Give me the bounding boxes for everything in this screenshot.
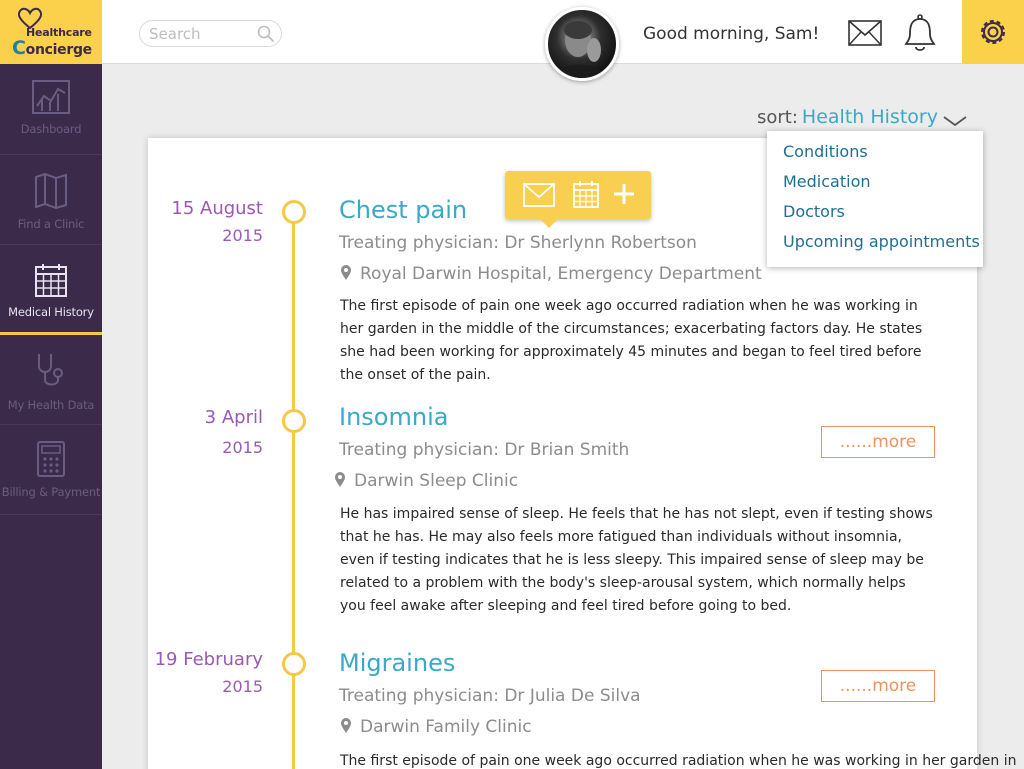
bell-icon: [904, 14, 936, 51]
mail-icon: [848, 20, 882, 46]
user-photo-icon: [556, 21, 606, 78]
calendar-icon: [35, 264, 67, 297]
brand-line2: Concierge: [12, 37, 92, 59]
sort-control[interactable]: sort: Health History: [757, 106, 938, 128]
entry-actions-popover: [505, 171, 651, 228]
more-button[interactable]: ......more: [821, 426, 935, 458]
calculator-icon: [37, 441, 65, 477]
sidebar-item-find-a-clinic[interactable]: Find a Clinic: [0, 155, 102, 245]
sidebar-item-medical-history[interactable]: Medical History: [0, 245, 102, 335]
search-input[interactable]: [149, 24, 259, 44]
entry-description: He has impaired sense of sleep. He feels…: [340, 506, 933, 614]
entry-physician: Treating physician: Dr Brian Smith: [339, 440, 630, 460]
chevron-down-icon[interactable]: [942, 114, 968, 128]
messages-button[interactable]: [848, 20, 882, 46]
entry-date-day: 15 August: [171, 198, 263, 219]
notifications-button[interactable]: [904, 14, 936, 52]
entry-location: Darwin Family Clinic: [340, 717, 532, 737]
timeline-dot: [282, 200, 306, 224]
entry-location: Darwin Sleep Clinic: [334, 471, 518, 491]
entry-date-year: 2015: [222, 677, 263, 696]
entry-location: Royal Darwin Hospital, Emergency Departm…: [340, 264, 762, 284]
sort-dropdown-menu: Conditions Medication Doctors Upcoming a…: [767, 131, 983, 267]
sidebar-item-dashboard[interactable]: Dashboard: [0, 64, 102, 155]
sidebar-item-billing-payment[interactable]: Billing & Payment: [0, 425, 102, 515]
location-pin-icon: [335, 472, 345, 487]
sidebar: Healthcare Concierge Dashboard Find a Cl…: [0, 0, 102, 769]
sort-label: sort:: [757, 107, 798, 128]
entry-physician: Treating physician: Dr Julia De Silva: [339, 686, 641, 706]
brand-logo[interactable]: Healthcare Concierge: [0, 0, 102, 64]
entry-date-day: 3 April: [204, 407, 263, 428]
sidebar-item-label: My Health Data: [7, 398, 95, 412]
entry-title[interactable]: Insomnia: [339, 403, 448, 431]
entry-date-day: 19 February: [154, 649, 263, 670]
entry-physician: Treating physician: Dr Sherlynn Robertso…: [339, 233, 697, 253]
mail-icon[interactable]: [523, 183, 555, 207]
greeting-text: Good morning, Sam!: [643, 24, 820, 44]
sort-value[interactable]: Health History: [802, 106, 938, 128]
dropdown-option-doctors[interactable]: Doctors: [783, 202, 845, 221]
timeline-dot: [282, 409, 306, 433]
location-pin-icon: [341, 718, 351, 733]
entry-title[interactable]: Chest pain: [339, 196, 467, 224]
gear-icon: [981, 20, 1005, 44]
entry-title[interactable]: Migraines: [339, 649, 455, 677]
dropdown-option-conditions[interactable]: Conditions: [783, 142, 868, 161]
entry-date-year: 2015: [222, 438, 263, 457]
timeline-line: [292, 212, 295, 769]
sidebar-item-label: Find a Clinic: [17, 217, 85, 231]
sidebar-item-my-health-data[interactable]: My Health Data: [0, 336, 102, 425]
more-button[interactable]: ......more: [821, 670, 935, 702]
sidebar-item-label: Billing & Payment: [1, 485, 101, 499]
dropdown-option-upcoming-appointments[interactable]: Upcoming appointments: [783, 232, 980, 251]
search-icon[interactable]: [257, 25, 275, 43]
sidebar-item-label: Medical History: [8, 305, 94, 319]
plus-icon[interactable]: [613, 183, 635, 205]
chart-icon: [32, 80, 70, 114]
map-icon: [35, 173, 67, 209]
settings-button[interactable]: [962, 0, 1024, 64]
search-box[interactable]: [139, 20, 282, 47]
top-bar: Good morning, Sam!: [102, 0, 1024, 81]
sidebar-item-label: Dashboard: [20, 122, 82, 136]
dropdown-option-medication[interactable]: Medication: [783, 172, 871, 191]
avatar[interactable]: [545, 7, 619, 81]
stethoscope-icon: [38, 354, 63, 386]
entry-description: The first episode of pain one week ago o…: [340, 753, 1017, 769]
timeline-dot: [282, 652, 306, 676]
entry-description: The first episode of pain one week ago o…: [340, 298, 923, 383]
location-pin-icon: [341, 265, 351, 280]
entry-date-year: 2015: [222, 226, 263, 245]
calendar-icon[interactable]: [573, 181, 599, 208]
